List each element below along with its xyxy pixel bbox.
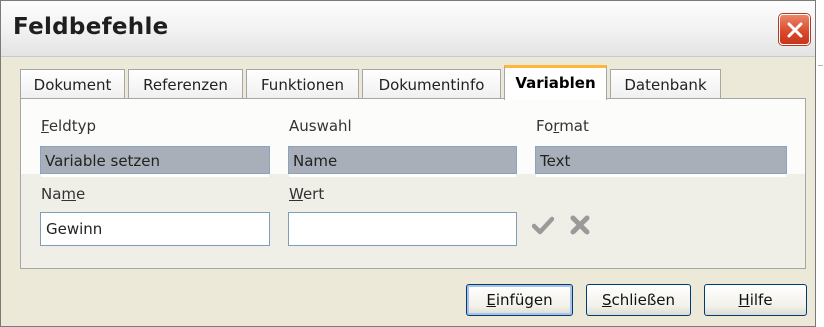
- close-icon: [787, 22, 803, 38]
- tab-funktionen[interactable]: Funktionen: [246, 69, 359, 98]
- delete-button[interactable]: [569, 214, 591, 236]
- title-bar[interactable]: Feldbefehle: [1, 1, 815, 57]
- close-button[interactable]: [779, 14, 810, 45]
- edge-mark: [818, 65, 823, 66]
- feldbefehle-dialog: Feldbefehle Dokument Referenzen Funktion…: [0, 0, 816, 327]
- tab-referenzen[interactable]: Referenzen: [128, 69, 243, 98]
- name-label: Name: [41, 185, 86, 203]
- tab-dokument[interactable]: Dokument: [20, 69, 125, 98]
- close-dialog-button[interactable]: Schließen: [586, 284, 691, 316]
- name-input[interactable]: [40, 212, 270, 246]
- delete-x-icon: [570, 215, 590, 235]
- dialog-title: Feldbefehle: [13, 14, 169, 40]
- format-listbox[interactable]: Text: [535, 146, 787, 177]
- feldtyp-label: Feldtyp: [41, 117, 97, 135]
- wert-input[interactable]: [288, 212, 517, 246]
- tab-datenbank[interactable]: Datenbank: [610, 69, 721, 98]
- wert-label: Wert: [289, 185, 325, 203]
- tab-variablen[interactable]: Variablen: [504, 65, 607, 100]
- auswahl-label: Auswahl: [289, 117, 352, 135]
- insert-button[interactable]: Einfügen: [466, 284, 573, 316]
- feldtyp-listbox[interactable]: Variable setzen: [40, 146, 270, 177]
- checkmark-icon: [531, 216, 555, 235]
- tab-dokumentinfo[interactable]: Dokumentinfo: [362, 69, 501, 98]
- auswahl-listbox[interactable]: Name: [288, 146, 517, 177]
- format-label: Format: [536, 117, 589, 135]
- apply-button[interactable]: [531, 214, 555, 236]
- help-button[interactable]: Hilfe: [704, 284, 807, 316]
